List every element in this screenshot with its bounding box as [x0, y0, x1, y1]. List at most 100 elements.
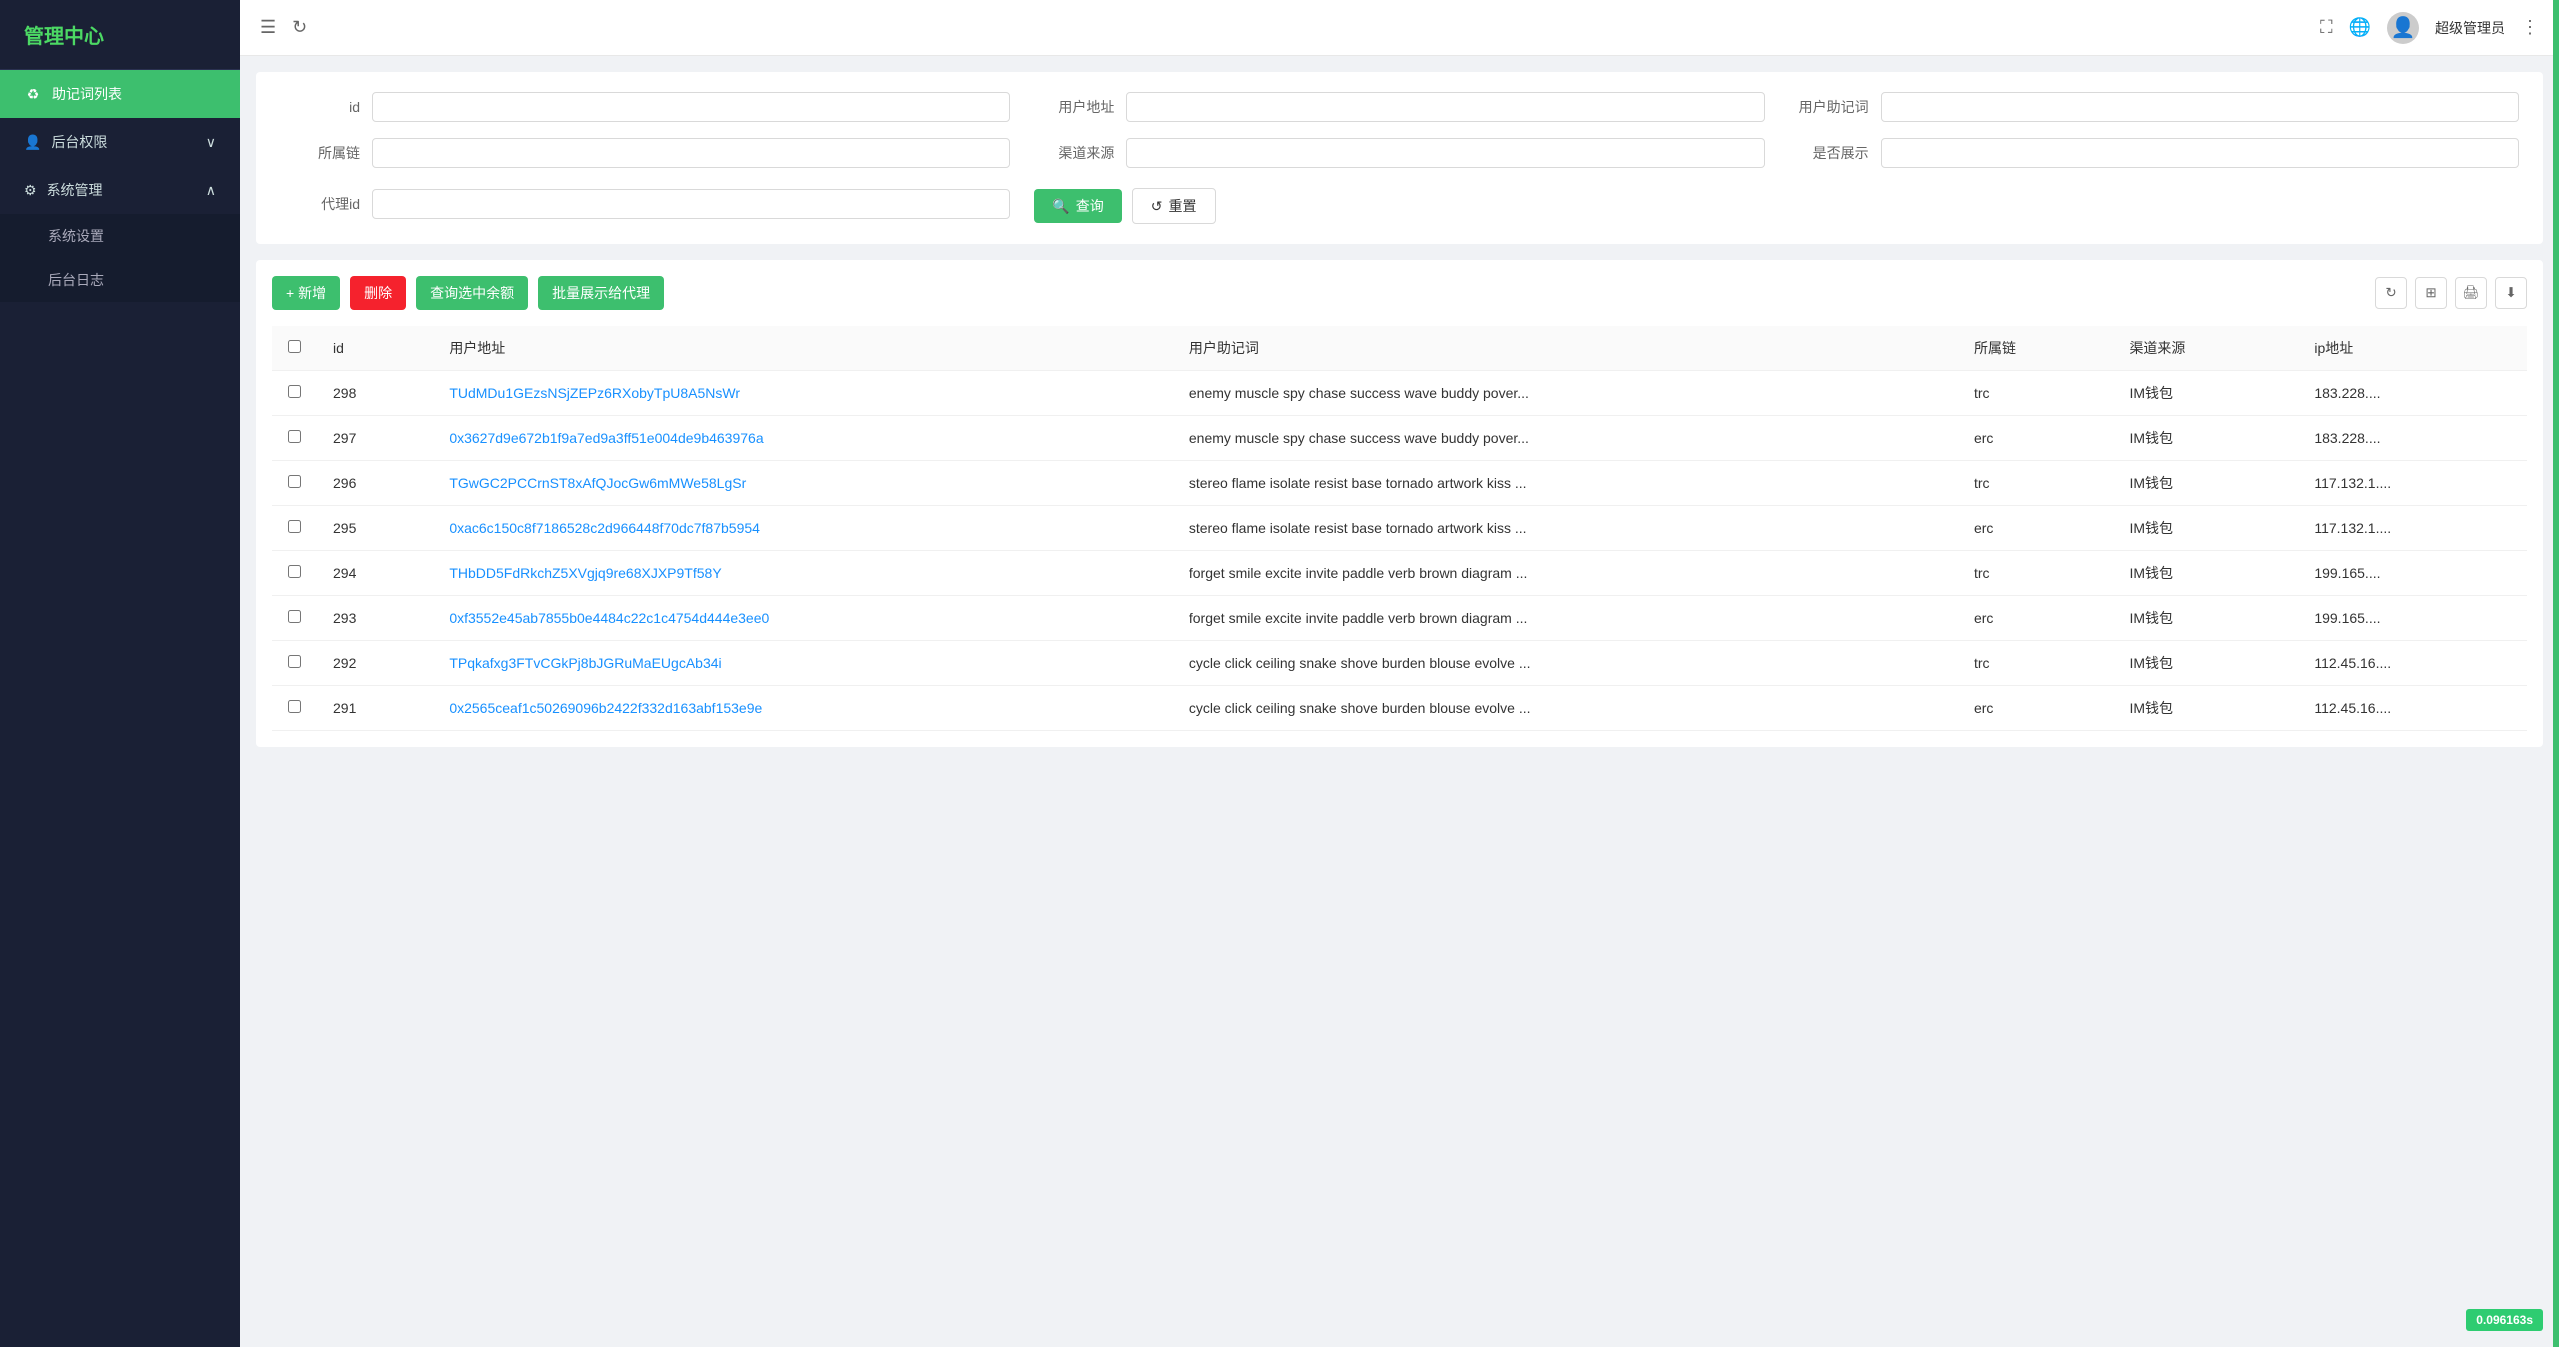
sidebar-item-system-settings[interactable]: 系统设置	[0, 214, 240, 258]
row-checkbox-cell[interactable]	[272, 371, 317, 416]
cell-id: 294	[317, 551, 433, 596]
header: ☰ ↻ ⛶ 🌐 👤 超级管理员 ⋮	[240, 0, 2559, 56]
select-all-cell[interactable]	[272, 326, 317, 371]
filter-row-chain: 所属链	[280, 138, 1010, 168]
cell-address[interactable]: TPqkafxg3FTvCGkPj8bJGRuMaEUgcAb34i	[433, 641, 1173, 686]
filter-label-agent-id: 代理id	[280, 194, 360, 214]
cell-chain: erc	[1958, 686, 2113, 731]
cell-id: 293	[317, 596, 433, 641]
right-scroll-stripe	[2553, 0, 2559, 1347]
row-checkbox[interactable]	[288, 520, 301, 533]
filter-input-user-mnemonic[interactable]	[1881, 92, 2519, 122]
row-checkbox-cell[interactable]	[272, 416, 317, 461]
col-user-mnemonic: 用户助记词	[1173, 326, 1958, 371]
language-icon[interactable]: 🌐	[2349, 17, 2371, 38]
row-checkbox[interactable]	[288, 700, 301, 713]
row-checkbox[interactable]	[288, 610, 301, 623]
cell-mnemonic: cycle click ceiling snake shove burden b…	[1173, 686, 1958, 731]
filter-row-show-status: 是否展示	[1789, 138, 2519, 168]
sidebar-group-perms-header[interactable]: 👤 后台权限 ∨	[0, 118, 240, 166]
cell-address[interactable]: 0x2565ceaf1c50269096b2422f332d163abf153e…	[433, 686, 1173, 731]
mnemonic-icon: ♻	[24, 85, 42, 103]
filter-row-agent-id: 代理id	[280, 184, 1010, 224]
filter-input-channel[interactable]	[1126, 138, 1764, 168]
col-channel: 渠道来源	[2113, 326, 2298, 371]
filter-label-user-mnemonic: 用户助记词	[1789, 97, 1869, 117]
sidebar-group-system-header[interactable]: ⚙ 系统管理 ∧	[0, 166, 240, 214]
filter-input-agent-id[interactable]	[372, 189, 1010, 219]
filter-grid: id 用户地址 用户助记词 所属链 渠道来源	[280, 92, 2519, 224]
print-button[interactable]: 🖨	[2455, 277, 2487, 309]
cell-id: 295	[317, 506, 433, 551]
select-all-checkbox[interactable]	[288, 340, 301, 353]
more-icon[interactable]: ⋮	[2521, 17, 2539, 38]
cell-id: 292	[317, 641, 433, 686]
row-checkbox-cell[interactable]	[272, 596, 317, 641]
row-checkbox[interactable]	[288, 385, 301, 398]
cell-chain: erc	[1958, 596, 2113, 641]
sidebar-item-backend-logs[interactable]: 后台日志	[0, 258, 240, 302]
delete-button[interactable]: 删除	[350, 276, 406, 310]
reset-button[interactable]: ↺ 重置	[1132, 188, 1216, 224]
export-button[interactable]: ⬇	[2495, 277, 2527, 309]
sidebar: 管理中心 ♻ 助记词列表 👤 后台权限 ∨ ⚙ 系统管理 ∧ 系统设置 后台日	[0, 0, 240, 1347]
cell-channel: IM钱包	[2113, 416, 2298, 461]
filter-input-chain[interactable]	[372, 138, 1010, 168]
cell-chain: trc	[1958, 551, 2113, 596]
query-balance-button[interactable]: 查询选中余额	[416, 276, 528, 310]
row-checkbox-cell[interactable]	[272, 641, 317, 686]
filter-input-user-address[interactable]	[1126, 92, 1764, 122]
cell-address[interactable]: 0x3627d9e672b1f9a7ed9a3ff51e004de9b46397…	[433, 416, 1173, 461]
cell-address[interactable]: TGwGC2PCCrnST8xAfQJocGw6mMWe58LgSr	[433, 461, 1173, 506]
filter-label-channel: 渠道来源	[1034, 143, 1114, 163]
admin-name: 超级管理员	[2435, 18, 2505, 38]
filter-input-show-status[interactable]	[1881, 138, 2519, 168]
cell-chain: trc	[1958, 371, 2113, 416]
table-row: 298 TUdMDu1GEzsNSjZEPz6RXobyTpU8A5NsWr e…	[272, 371, 2527, 416]
sidebar-item-mnemonic-list[interactable]: ♻ 助记词列表	[0, 70, 240, 118]
row-checkbox[interactable]	[288, 655, 301, 668]
row-checkbox-cell[interactable]	[272, 506, 317, 551]
table-header-row: id 用户地址 用户助记词 所属链 渠道来源 ip地址	[272, 326, 2527, 371]
cell-mnemonic: forget smile excite invite paddle verb b…	[1173, 551, 1958, 596]
batch-show-button[interactable]: 批量展示给代理	[538, 276, 664, 310]
cell-address[interactable]: THbDD5FdRkchZ5XVgjq9re68XJXP9Tf58Y	[433, 551, 1173, 596]
cell-id: 296	[317, 461, 433, 506]
main-area: ☰ ↻ ⛶ 🌐 👤 超级管理员 ⋮ id 用户地址	[240, 0, 2559, 1347]
row-checkbox-cell[interactable]	[272, 551, 317, 596]
cell-ip: 183.228....	[2298, 416, 2527, 461]
row-checkbox-cell[interactable]	[272, 461, 317, 506]
menu-toggle-icon[interactable]: ☰	[260, 17, 276, 38]
cell-address[interactable]: 0xac6c150c8f7186528c2d966448f70dc7f87b59…	[433, 506, 1173, 551]
row-checkbox-cell[interactable]	[272, 686, 317, 731]
query-button[interactable]: 🔍 查询	[1034, 189, 1121, 223]
cell-address[interactable]: TUdMDu1GEzsNSjZEPz6RXobyTpU8A5NsWr	[433, 371, 1173, 416]
gear-icon: ⚙	[24, 182, 37, 199]
row-checkbox[interactable]	[288, 430, 301, 443]
add-button[interactable]: + 新增	[272, 276, 340, 310]
table-toolbar: + 新增 删除 查询选中余额 批量展示给代理 ↻ ⊞ 🖨 ⬇	[272, 276, 2527, 310]
row-checkbox[interactable]	[288, 475, 301, 488]
table-row: 296 TGwGC2PCCrnST8xAfQJocGw6mMWe58LgSr s…	[272, 461, 2527, 506]
cell-channel: IM钱包	[2113, 596, 2298, 641]
row-checkbox[interactable]	[288, 565, 301, 578]
table-row: 293 0xf3552e45ab7855b0e4484c22c1c4754d44…	[272, 596, 2527, 641]
filter-label-chain: 所属链	[280, 143, 360, 163]
fullscreen-icon[interactable]: ⛶	[2320, 17, 2333, 38]
cell-channel: IM钱包	[2113, 686, 2298, 731]
filter-input-id[interactable]	[372, 92, 1010, 122]
refresh-icon[interactable]: ↻	[292, 17, 307, 38]
col-user-address: 用户地址	[433, 326, 1173, 371]
table-row: 295 0xac6c150c8f7186528c2d966448f70dc7f8…	[272, 506, 2527, 551]
filter-label-user-address: 用户地址	[1034, 97, 1114, 117]
table-card: + 新增 删除 查询选中余额 批量展示给代理 ↻ ⊞ 🖨 ⬇	[256, 260, 2543, 747]
cell-channel: IM钱包	[2113, 551, 2298, 596]
sidebar-group-system: ⚙ 系统管理 ∧ 系统设置 后台日志	[0, 166, 240, 302]
user-icon: 👤	[24, 134, 41, 151]
column-settings-button[interactable]: ⊞	[2415, 277, 2447, 309]
refresh-table-button[interactable]: ↻	[2375, 277, 2407, 309]
cell-address[interactable]: 0xf3552e45ab7855b0e4484c22c1c4754d444e3e…	[433, 596, 1173, 641]
chevron-up-icon: ∧	[206, 182, 216, 199]
table-row: 291 0x2565ceaf1c50269096b2422f332d163abf…	[272, 686, 2527, 731]
filter-actions: 🔍 查询 ↺ 重置	[1034, 188, 1764, 224]
